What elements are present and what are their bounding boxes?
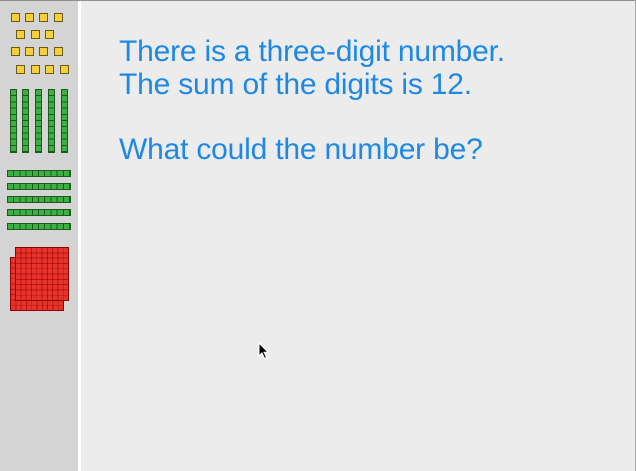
mouse-cursor-icon <box>258 342 270 360</box>
unit-block <box>60 65 69 74</box>
unit-block <box>45 65 54 74</box>
unit-block <box>25 13 34 22</box>
unit-block <box>11 13 20 22</box>
question-spacer <box>119 101 505 133</box>
ten-rod <box>7 196 71 203</box>
unit-block <box>31 65 40 74</box>
question-text: There is a three-digit number. The sum o… <box>119 35 505 166</box>
hundred-flat <box>15 247 69 301</box>
unit-block <box>54 47 63 56</box>
manipulatives-sidebar <box>0 1 78 471</box>
ten-rod <box>48 89 55 153</box>
unit-block <box>31 30 40 39</box>
unit-block <box>16 65 25 74</box>
question-line-2: The sum of the digits is 12. <box>119 68 472 101</box>
question-line-1: There is a three-digit number. <box>119 35 505 68</box>
ten-rod <box>7 223 71 230</box>
ten-rod <box>61 89 68 153</box>
ten-rod <box>7 170 71 177</box>
unit-block <box>39 47 48 56</box>
question-line-3: What could the number be? <box>119 133 483 166</box>
unit-block <box>39 13 48 22</box>
ten-rod <box>10 89 17 153</box>
unit-block <box>45 30 54 39</box>
ten-rod <box>35 89 42 153</box>
unit-block <box>54 13 63 22</box>
unit-block <box>25 47 34 56</box>
unit-block <box>11 47 20 56</box>
ten-rod <box>7 183 71 190</box>
ten-rod <box>7 209 71 216</box>
unit-block <box>16 30 25 39</box>
ten-rod <box>22 89 29 153</box>
